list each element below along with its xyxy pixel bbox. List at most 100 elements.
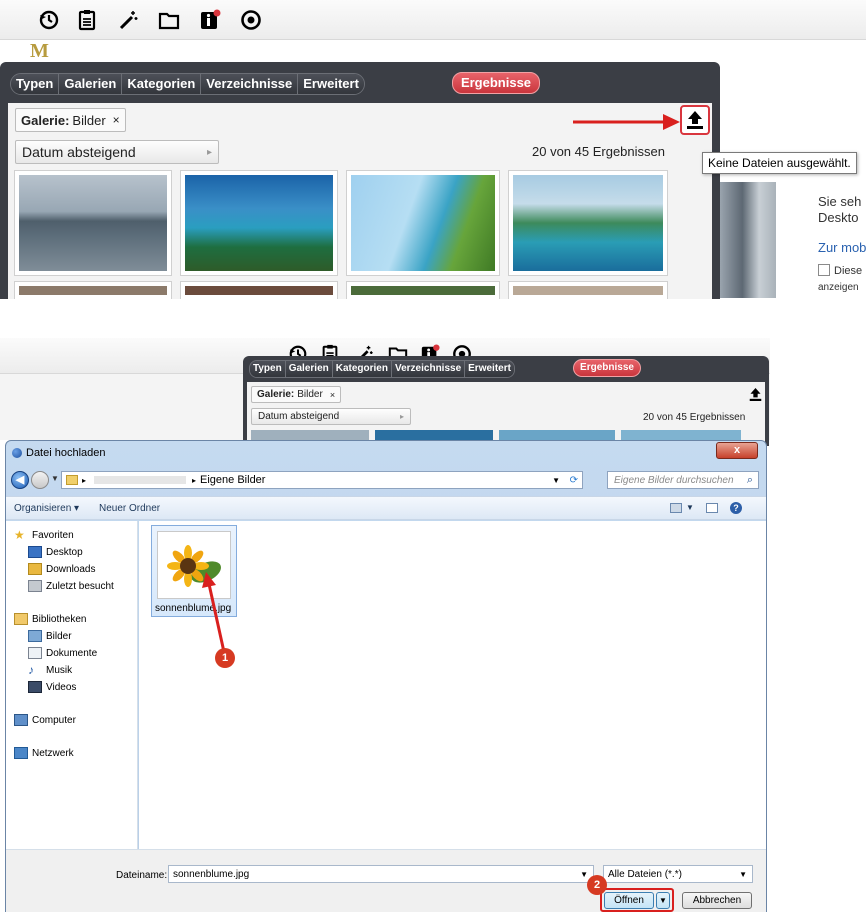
sort-select[interactable]: Datum absteigend ▸ xyxy=(15,140,219,164)
nav-downloads[interactable]: Downloads xyxy=(28,563,95,575)
nav-label: Netzwerk xyxy=(32,747,74,759)
filter-tabs: Typen Galerien Kategorien Verzeichnisse … xyxy=(10,73,365,95)
side-checkbox-label-2: anzeigen xyxy=(818,282,859,293)
pictures-icon xyxy=(28,630,42,642)
nav-computer[interactable]: Computer xyxy=(14,714,76,726)
nav-documents[interactable]: Dokumente xyxy=(28,647,97,659)
filetype-value: Alle Dateien (*.*) xyxy=(608,868,682,880)
tab-erweitert[interactable]: Erweitert xyxy=(465,361,514,377)
nav-network[interactable]: Netzwerk xyxy=(14,747,74,759)
media-panel-bottom: Typen Galerien Kategorien Verzeichnisse … xyxy=(243,356,769,446)
preview-pane-icon[interactable] xyxy=(706,503,718,513)
result-count: 20 von 45 Ergebnissen xyxy=(532,144,665,159)
thumbnail-2[interactable] xyxy=(180,170,338,276)
nav-pictures[interactable]: Bilder xyxy=(28,630,72,642)
search-input[interactable]: Eigene Bilder durchsuchen ⌕ xyxy=(607,471,759,489)
nav-recent[interactable]: Zuletzt besucht xyxy=(28,580,114,592)
filter-tabs: Typen Galerien Kategorien Verzeichnisse … xyxy=(249,360,515,378)
thumbnail-4[interactable] xyxy=(508,170,668,276)
tab-ergebnisse[interactable]: Ergebnisse xyxy=(573,359,641,377)
chevron-down-icon[interactable]: ▼ xyxy=(552,476,560,485)
path-current[interactable]: Eigene Bilder xyxy=(200,474,265,486)
nav-videos[interactable]: Videos xyxy=(28,681,76,693)
tab-verzeichnisse[interactable]: Verzeichnisse xyxy=(201,74,299,94)
nav-label: Desktop xyxy=(46,546,83,558)
open-button[interactable]: Öffnen xyxy=(604,892,654,909)
new-folder-button[interactable]: Neuer Ordner xyxy=(99,503,160,514)
chevron-down-icon[interactable]: ▼ xyxy=(656,892,670,909)
nav-libraries[interactable]: Bibliotheken xyxy=(14,613,86,625)
side-text-2: Deskto xyxy=(818,210,859,225)
cancel-button[interactable]: Abbrechen xyxy=(682,892,752,909)
nav-label: Computer xyxy=(32,714,76,726)
dialog-app-icon xyxy=(12,448,22,458)
filter-chip[interactable]: Galerie: Bilder × xyxy=(251,386,342,403)
chevron-down-icon[interactable]: ▼ xyxy=(580,870,588,879)
upload-icon[interactable] xyxy=(749,387,762,402)
filename-field[interactable]: sonnenblume.jpg ▼ xyxy=(168,865,594,883)
nav-music[interactable]: ♪ Musik xyxy=(28,664,72,676)
address-bar[interactable]: ▸ ▸ Eigene Bilder ▼ ⟳ xyxy=(61,471,583,489)
chevron-down-icon[interactable]: ▼ xyxy=(686,503,694,512)
documents-icon xyxy=(28,647,42,659)
info-icon[interactable] xyxy=(199,9,221,31)
tab-kategorien[interactable]: Kategorien xyxy=(332,361,392,377)
chevron-down-icon[interactable]: ▼ xyxy=(51,474,59,483)
refresh-icon[interactable]: ⟳ xyxy=(570,475,578,486)
desktop-icon xyxy=(28,546,42,558)
filename-value: sonnenblume.jpg xyxy=(173,868,250,880)
logo-letter: M xyxy=(30,40,49,62)
clipboard-icon[interactable] xyxy=(76,9,98,31)
tab-typen[interactable]: Typen xyxy=(11,74,60,94)
nav-label: Dokumente xyxy=(46,647,98,659)
close-icon[interactable]: × xyxy=(113,113,120,127)
top-toolbar xyxy=(0,0,866,40)
target-icon[interactable] xyxy=(240,9,262,31)
chevron-down-icon[interactable]: ▼ xyxy=(739,870,747,879)
results-area: Galerie: Bilder × Datum absteigend ▸ 20 … xyxy=(247,382,765,446)
path-separator: ▸ xyxy=(82,475,87,485)
red-arrow-1 xyxy=(202,572,226,653)
thumbnail-5[interactable] xyxy=(14,281,172,299)
upload-icon xyxy=(687,111,703,129)
folder-icon xyxy=(66,475,78,485)
filetype-select[interactable]: Alle Dateien (*.*) ▼ xyxy=(603,865,753,883)
nav-desktop[interactable]: Desktop xyxy=(28,546,83,558)
back-icon[interactable]: ◀ xyxy=(11,471,29,489)
tab-ergebnisse[interactable]: Ergebnisse xyxy=(452,72,540,94)
close-button[interactable]: x xyxy=(716,442,758,459)
view-icon[interactable] xyxy=(670,503,682,513)
thumbnail-6[interactable] xyxy=(180,281,338,299)
help-icon[interactable]: ? xyxy=(730,502,742,514)
thumbnail-3[interactable] xyxy=(346,170,500,276)
nav-label: Musik xyxy=(46,664,73,676)
forward-icon[interactable] xyxy=(31,471,49,489)
path-blurred xyxy=(94,476,187,484)
tab-erweitert[interactable]: Erweitert xyxy=(298,74,364,94)
nav-favorites[interactable]: ★ Favoriten xyxy=(14,529,74,541)
computer-icon xyxy=(14,714,28,726)
navigation-pane: ★ Favoriten Desktop Downloads Zuletzt bes… xyxy=(6,521,138,849)
sort-select[interactable]: Datum absteigend ▸ xyxy=(251,408,411,425)
tab-galerien[interactable]: Galerien xyxy=(59,74,123,94)
sort-label: Datum absteigend xyxy=(258,411,340,422)
tab-kategorien[interactable]: Kategorien xyxy=(122,74,202,94)
organize-menu[interactable]: Organisieren ▾ xyxy=(14,503,79,514)
chip-value: Bilder xyxy=(297,389,323,400)
thumbnail-8[interactable] xyxy=(508,281,668,299)
magic-wand-icon[interactable] xyxy=(117,9,139,31)
tab-verzeichnisse[interactable]: Verzeichnisse xyxy=(391,361,466,377)
mobile-link[interactable]: Zur mob xyxy=(818,240,866,256)
tab-typen[interactable]: Typen xyxy=(250,361,286,377)
thumbnail-1[interactable] xyxy=(14,170,172,276)
red-arrow xyxy=(573,114,680,130)
search-icon[interactable]: ⌕ xyxy=(747,474,753,487)
folder-icon[interactable] xyxy=(158,9,180,31)
tab-galerien[interactable]: Galerien xyxy=(285,361,333,377)
close-icon[interactable]: × xyxy=(330,390,335,400)
thumbnail-7[interactable] xyxy=(346,281,500,299)
side-checkbox[interactable] xyxy=(818,264,830,276)
nav-label: Zuletzt besucht xyxy=(46,580,114,592)
filter-chip[interactable]: Galerie: Bilder × xyxy=(15,108,126,132)
history-icon[interactable] xyxy=(38,9,60,31)
